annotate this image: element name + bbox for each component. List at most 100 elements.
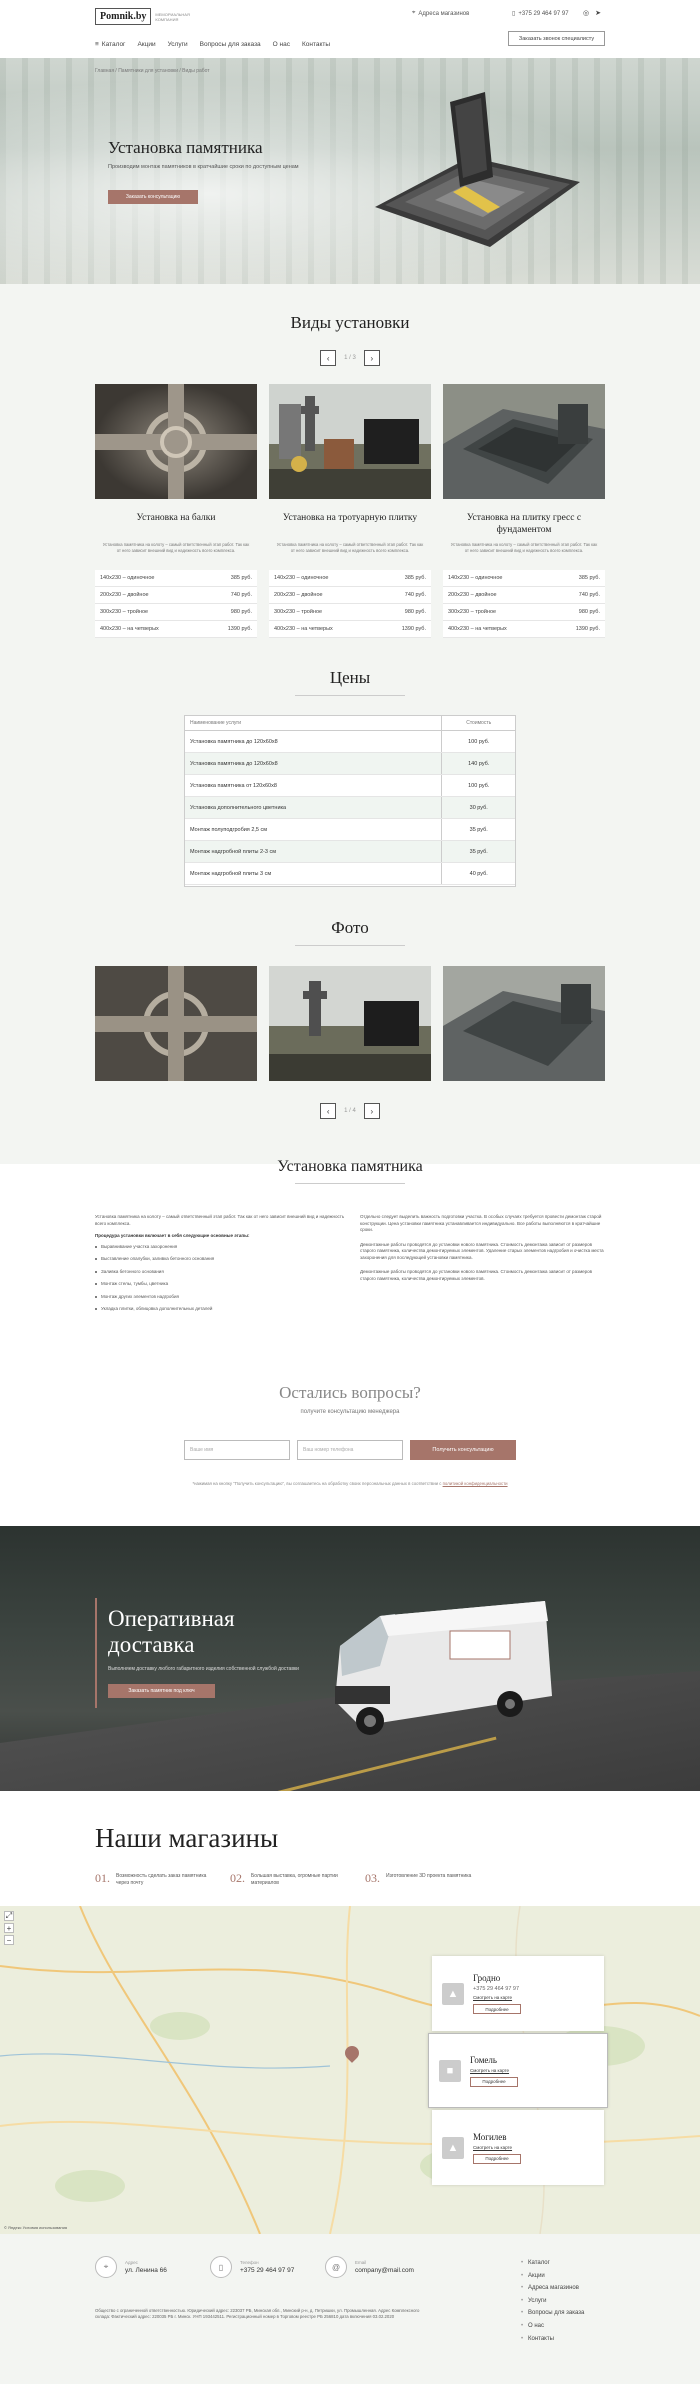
service-name: Монтаж полуподгробия 2,5 см <box>190 826 268 833</box>
questions-subtitle: получите консультацию менеджера <box>300 1409 400 1415</box>
installation-card[interactable]: Установка на балки Установка памятника н… <box>95 384 257 638</box>
logo-subtitle: МЕМОРИАЛЬНАЯ КОМПАНИЯ <box>155 11 190 22</box>
price-size: 140х230 – одиночное <box>100 575 155 581</box>
types-pager: ‹ 1 / 3 › <box>0 350 700 366</box>
footer-contact-phone[interactable]: ▯ Телефон +375 29 464 97 97 <box>210 2256 325 2278</box>
shop-card[interactable]: ▲ Могилев Смотреть на карте Подробнее <box>432 2110 604 2185</box>
logo[interactable]: Pomnik.by МЕМОРИАЛЬНАЯ КОМПАНИЯ <box>95 8 205 25</box>
footer-contact-email[interactable]: @ Email company@mail.com <box>325 2256 440 2278</box>
store-addresses-link[interactable]: ⌖ Адреса магазинов <box>412 10 469 17</box>
price-row: 200х230 – двойное 740 руб. <box>269 587 431 604</box>
nav-item-promotions[interactable]: Акции <box>137 41 155 48</box>
footer-link-services[interactable]: Услуги <box>521 2295 584 2308</box>
shop-details-button[interactable]: Подробнее <box>473 2004 521 2014</box>
footer-link-promotions[interactable]: Акции <box>521 2270 584 2283</box>
zoom-out-icon[interactable]: − <box>4 1935 14 1945</box>
nav-item-services[interactable]: Услуги <box>168 41 188 48</box>
paragraph: Демонтажные работы проводятся до установ… <box>360 1269 593 1281</box>
paragraph: Демонтажные работы проводятся до установ… <box>360 1241 604 1260</box>
shop-card[interactable]: ▲ Гродно +375 29 464 97 97 Смотреть на к… <box>432 1956 604 2031</box>
footer-link-catalog[interactable]: Каталог <box>521 2257 584 2270</box>
map-credit[interactable]: © Яндекс Условия использования <box>4 2225 67 2230</box>
show-on-map-link[interactable]: Смотреть на карте <box>473 1995 521 2000</box>
shop-details-button[interactable]: Подробнее <box>473 2153 521 2164</box>
card-image-granite <box>443 384 605 499</box>
footer-link-about[interactable]: О нас <box>521 2320 584 2333</box>
phone-input[interactable]: Ваш номер телефона <box>297 1440 403 1460</box>
feature-text: Большая выставка, огромные партии матери… <box>251 1873 338 1886</box>
price-size: 200х230 – двойное <box>448 592 497 598</box>
price-value: 1390 руб. <box>401 626 426 632</box>
feature-item: 01. Возможность сделать заказ памятника ч… <box>95 1871 210 1887</box>
nav-item-catalog[interactable]: ≡ Каталог <box>95 41 125 48</box>
shop-phone: +375 29 464 97 97 <box>473 1986 520 1992</box>
paragraph: Отдельно следует выделить важность подго… <box>360 1214 602 1232</box>
callback-button[interactable]: Заказать звонок специалисту <box>508 31 605 46</box>
next-arrow-icon[interactable]: › <box>363 1103 380 1119</box>
telegram-icon[interactable]: ➤ <box>595 9 601 17</box>
next-arrow-icon[interactable]: › <box>363 350 380 366</box>
footer-link-addresses[interactable]: Адреса магазинов <box>521 2282 584 2295</box>
nav-item-order-questions[interactable]: Вопросы для заказа <box>200 41 261 48</box>
photo-header: Фото <box>0 918 700 946</box>
order-turnkey-button[interactable]: Заказать памятник под ключ <box>108 1684 215 1698</box>
card-description: Установка памятника на колоту – самый от… <box>450 542 598 553</box>
price-size: 300х230 – тройное <box>274 609 323 615</box>
consultation-button[interactable]: Заказать консультацию <box>108 190 198 204</box>
gallery-photo[interactable] <box>443 966 605 1081</box>
gallery-photo[interactable] <box>95 966 257 1081</box>
submit-consultation-button[interactable]: Получить консультацию <box>410 1440 516 1460</box>
hero-banner: Главная / Памятники для установки / Виды… <box>0 58 700 284</box>
feature-item: 02. Большая выставка, огромные партии мат… <box>230 1871 345 1887</box>
installation-cards: Установка на балки Установка памятника н… <box>95 384 605 638</box>
service-name: Установка дополнительного цветника <box>190 804 287 811</box>
footer-contact-address[interactable]: ⌖ Адрес ул. Ленина 66 <box>95 2256 210 2278</box>
shop-details-button[interactable]: Подробнее <box>470 2076 518 2087</box>
steps-list: Выравнивание участка захоронения Выставл… <box>95 1244 345 1313</box>
monument-icon: ▲ <box>442 1982 464 2005</box>
photo-cross <box>95 966 257 1081</box>
service-name: Установка памятника до 120х60х8 <box>190 738 278 745</box>
shop-city: Гомель <box>470 2054 498 2065</box>
shops-map[interactable]: ⤢ + − © Яндекс Условия использования ▲ Г… <box>0 1906 700 2234</box>
col-service: Наименование услуги <box>190 720 242 726</box>
breadcrumb[interactable]: Главная / Памятники для установки / Виды… <box>95 68 210 74</box>
shop-card[interactable]: ■ Гомель Смотреть на карте Подробнее <box>428 2033 608 2108</box>
list-item: Монтаж стелы, тумбы, цветника <box>95 1281 345 1288</box>
table-row: Установка памятника от 120х60х8 100 руб. <box>185 775 515 797</box>
monument-icon: ▲ <box>442 2136 464 2159</box>
installation-card[interactable]: Установка на плитку гресс с фундаментом … <box>443 384 605 638</box>
table-row: Монтаж надгробной плиты 2-3 см 35 руб. <box>185 841 515 863</box>
privacy-policy-link[interactable]: политикой конфиденциальности <box>443 1481 508 1486</box>
col-cost: Стоимость <box>441 716 515 730</box>
nav-item-contacts[interactable]: Контакты <box>302 41 330 48</box>
prev-arrow-icon[interactable]: ‹ <box>320 350 337 366</box>
show-on-map-link[interactable]: Смотреть на карте <box>473 2145 521 2150</box>
photo-granite <box>443 966 605 1081</box>
prev-arrow-icon[interactable]: ‹ <box>320 1103 337 1119</box>
shop-city: Гродно <box>473 1973 501 1983</box>
fullscreen-icon[interactable]: ⤢ <box>4 1911 14 1921</box>
hero-subtitle: Производим монтаж памятников в кратчайши… <box>108 164 299 170</box>
zoom-in-icon[interactable]: + <box>4 1923 14 1933</box>
footer-link-order-questions[interactable]: Вопросы для заказа <box>521 2307 584 2320</box>
whatsapp-icon[interactable]: ◎ <box>583 9 589 17</box>
truck-icon: ■ <box>439 2059 461 2082</box>
price-size: 400х230 – на четверых <box>100 626 159 632</box>
privacy-note-text: *нажимая на кнопку "Получить консультаци… <box>192 1481 442 1486</box>
header-phone[interactable]: ▯ +375 29 464 97 97 <box>512 10 569 18</box>
show-on-map-link[interactable]: Смотреть на карте <box>470 2068 518 2073</box>
phone-icon: ▯ <box>512 11 516 17</box>
service-name: Установка памятника до 120х60х8 <box>190 760 278 767</box>
footer-link-contacts[interactable]: Контакты <box>521 2333 584 2346</box>
gallery-photo[interactable] <box>269 966 431 1081</box>
email-icon: @ <box>325 2256 347 2278</box>
list-item: Укладка плитки, облицовка дополнительных… <box>95 1306 345 1313</box>
installation-card[interactable]: Установка на тротуарную плитку Установка… <box>269 384 431 638</box>
name-input[interactable]: Ваше имя <box>184 1440 290 1460</box>
section-title: Фото <box>331 918 369 937</box>
menu-icon: ≡ <box>95 41 99 48</box>
about-right-column: Отдельно следует выделить важность подго… <box>360 1214 605 1290</box>
location-icon: ⌖ <box>412 10 416 16</box>
nav-item-about[interactable]: О нас <box>273 41 290 48</box>
